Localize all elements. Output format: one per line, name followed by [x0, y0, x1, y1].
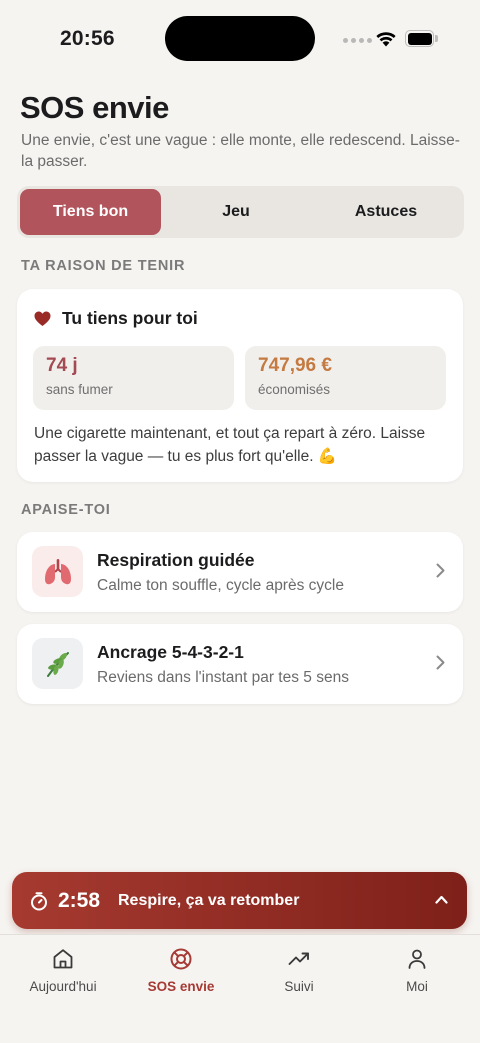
- stopwatch-icon: [31, 892, 47, 911]
- grounding-subtitle: Reviens dans l'instant par tes 5 sens: [97, 669, 349, 686]
- tab-bar-sos[interactable]: SOS envie: [121, 947, 241, 994]
- tab-bar-progress[interactable]: Suivi: [239, 947, 359, 994]
- stat-money-label: économisés: [258, 382, 331, 397]
- reason-title: Tu tiens pour toi: [62, 308, 198, 328]
- tab-bar-progress-label: Suivi: [284, 979, 314, 994]
- tab-bar-me-label: Moi: [406, 979, 428, 994]
- stat-days-value: 74 j: [46, 355, 78, 376]
- dynamic-island: [165, 16, 315, 61]
- home-icon: [53, 949, 73, 969]
- lifebuoy-icon: [170, 948, 192, 970]
- grounding-exercise-card[interactable]: Ancrage 5-4-3-2-1 Reviens dans l'instant…: [17, 624, 463, 704]
- grounding-title: Ancrage 5-4-3-2-1: [97, 642, 244, 662]
- heart-icon: [34, 311, 51, 326]
- reason-message: Une cigarette maintenant, et tout ça rep…: [34, 425, 426, 465]
- reason-card: Tu tiens pour toi 74 j sans fumer 747,96…: [17, 289, 463, 482]
- section-label-calm: APAISE-TOI: [21, 502, 111, 518]
- herb-icon: [32, 638, 83, 689]
- reason-header: Tu tiens pour toi: [34, 308, 198, 329]
- chevron-right-icon: [436, 655, 445, 670]
- status-time: 20:56: [60, 27, 115, 50]
- tab-bar-sos-label: SOS envie: [147, 979, 215, 994]
- stat-days: 74 j sans fumer: [33, 346, 234, 410]
- craving-timer-banner[interactable]: 2:58 Respire, ça va retomber: [12, 872, 467, 929]
- status-bar: 20:56: [0, 0, 480, 78]
- timer-countdown: 2:58: [58, 889, 101, 912]
- stat-money: 747,96 € économisés: [245, 346, 446, 410]
- person-icon: [408, 949, 426, 969]
- lungs-icon: [32, 546, 83, 597]
- chevron-right-icon: [436, 563, 445, 578]
- section-label-reason: TA RAISON DE TENIR: [21, 258, 186, 274]
- timer-message: Respire, ça va retomber: [118, 892, 300, 909]
- tab-astuces[interactable]: Astuces: [311, 189, 461, 235]
- tab-tiens-bon[interactable]: Tiens bon: [20, 189, 161, 235]
- tab-bar-today-label: Aujourd'hui: [29, 979, 97, 994]
- breathing-subtitle: Calme ton souffle, cycle après cycle: [97, 577, 344, 594]
- segmented-control: Tiens bon Jeu Astuces: [17, 186, 464, 238]
- bottom-tab-bar: Aujourd'hui SOS envie Suivi Moi: [0, 934, 480, 1043]
- battery-icon: [405, 30, 438, 47]
- breathing-title: Respiration guidée: [97, 550, 255, 570]
- wifi-icon: [376, 32, 396, 47]
- cellular-signal-icon: [343, 38, 372, 43]
- page-subtitle: Une envie, c'est une vague : elle monte,…: [21, 132, 460, 170]
- tab-bar-me[interactable]: Moi: [357, 947, 477, 994]
- trend-up-icon: [288, 952, 309, 965]
- page-title: SOS envie: [20, 90, 169, 125]
- chevron-up-icon[interactable]: [435, 895, 448, 904]
- breathing-exercise-card[interactable]: Respiration guidée Calme ton souffle, cy…: [17, 532, 463, 612]
- stat-money-value: 747,96 €: [258, 355, 332, 376]
- tab-jeu[interactable]: Jeu: [161, 189, 311, 235]
- tab-bar-today[interactable]: Aujourd'hui: [3, 947, 123, 994]
- stat-days-label: sans fumer: [46, 382, 113, 397]
